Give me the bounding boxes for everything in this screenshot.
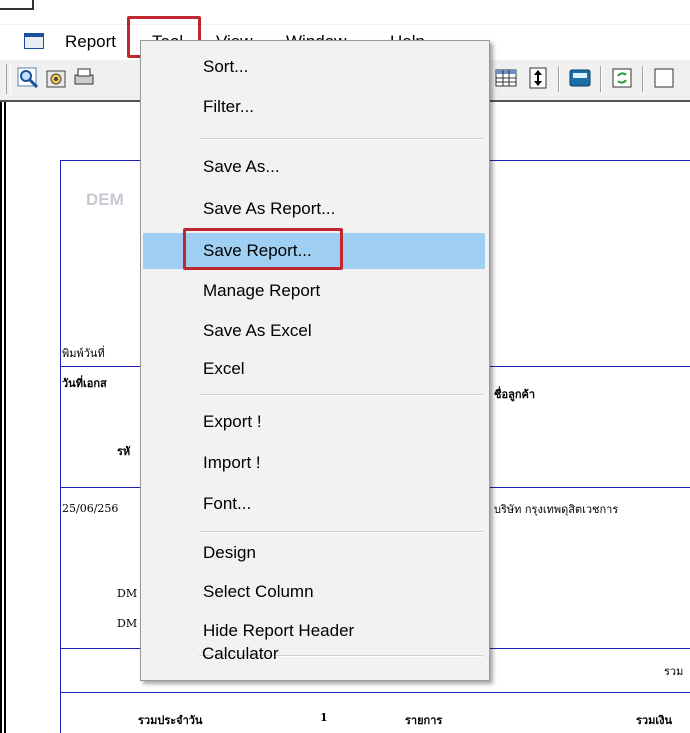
print-date-label: พิมพ์วันที่ [62, 347, 105, 360]
menu-separator [199, 394, 483, 396]
toolbar-grip [6, 64, 11, 94]
menu-item-export[interactable]: Export ! [143, 404, 485, 440]
resize-icon[interactable] [526, 66, 550, 90]
amount-total-label: รวมเงิน [636, 714, 672, 727]
row-doc-date: 25/06/256 [62, 502, 119, 515]
menu-item-manage-report[interactable]: Manage Report [143, 273, 485, 309]
menu-separator [199, 531, 483, 533]
toolbar-separator [600, 66, 602, 92]
printer-icon[interactable] [72, 66, 96, 90]
menu-item-select-column[interactable]: Select Column [143, 574, 485, 610]
menu-item-sort[interactable]: Sort... [143, 49, 485, 85]
customer-name-header: ชื่อลูกค้า [494, 388, 536, 401]
menu-item-save-as-report[interactable]: Save As Report... [143, 191, 485, 227]
menu-item-design[interactable]: Design [143, 535, 485, 571]
row-code: DM [117, 587, 138, 600]
row-code: DM [117, 617, 138, 630]
grid-icon[interactable] [494, 66, 518, 90]
sum-label: รวม [664, 665, 684, 678]
menu-item-calculator[interactable]: Calculator [142, 636, 484, 672]
toolbar-separator [558, 66, 560, 92]
frame-border [4, 102, 6, 733]
exit-icon[interactable] [652, 66, 676, 90]
tool-dropdown-menu: Sort... Filter... Save As... Save As Rep… [140, 40, 490, 681]
menu-item-font[interactable]: Font... [143, 486, 485, 522]
menu-item-excel[interactable]: Excel [143, 351, 485, 387]
menu-item-import[interactable]: Import ! [143, 445, 485, 481]
refresh-icon[interactable] [610, 66, 634, 90]
report-row-line [60, 692, 690, 693]
calculator-icon[interactable] [568, 66, 592, 90]
menu-item-save-as[interactable]: Save As... [143, 149, 485, 185]
menu-report[interactable]: Report [60, 29, 121, 55]
customer-name-value: บริษัท กรุงเทพดุสิตเวชการ [494, 503, 619, 516]
report-company-name: DEM [86, 190, 124, 209]
window-title-bar [0, 0, 690, 24]
frame-border [0, 102, 2, 733]
preview-icon[interactable] [16, 66, 40, 90]
window-control-icon[interactable] [24, 33, 44, 49]
save-report-highlight-box [183, 228, 343, 270]
app-icon [0, 0, 34, 10]
daily-total-label: รวมประจำวัน [138, 714, 203, 727]
menu-item-filter[interactable]: Filter... [143, 89, 485, 125]
daily-count: 1 [320, 711, 328, 724]
doc-date-header: วันที่เอกส [62, 377, 107, 390]
settings-icon[interactable] [44, 66, 68, 90]
menu-separator [199, 138, 483, 140]
code-header: รหั [117, 445, 131, 458]
menu-item-save-as-excel[interactable]: Save As Excel [143, 313, 485, 349]
items-label: รายการ [405, 714, 443, 727]
toolbar-separator [642, 66, 644, 92]
